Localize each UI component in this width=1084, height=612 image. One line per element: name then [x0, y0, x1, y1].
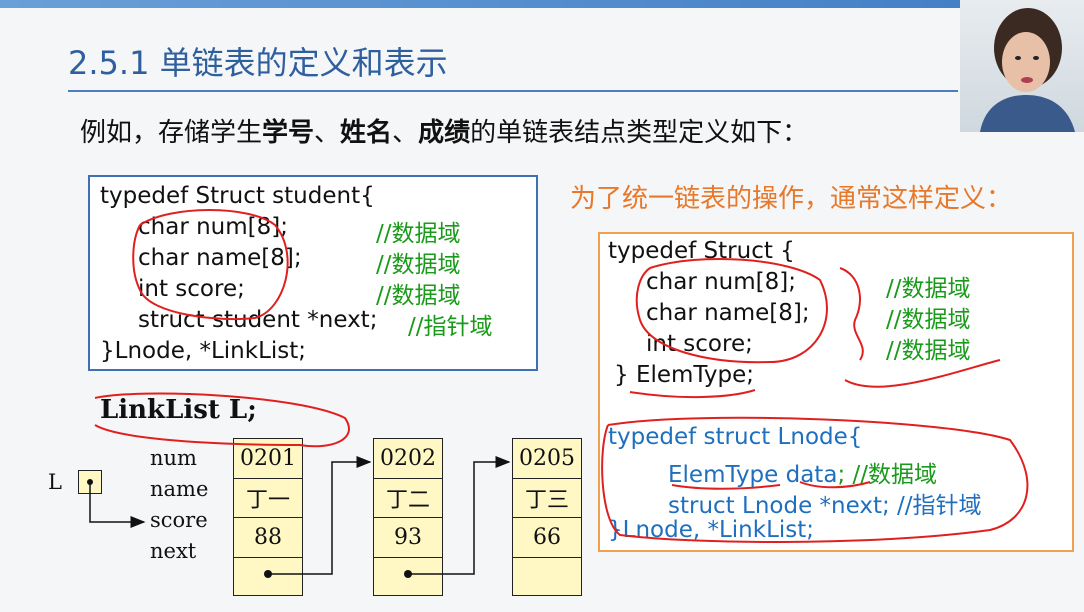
red-underline-annotation	[799, 481, 871, 489]
red-circle-annotation	[635, 258, 828, 364]
presenter-webcam	[960, 0, 1084, 132]
red-circle-annotation	[132, 209, 289, 321]
red-stroke-annotation	[844, 359, 1001, 388]
presenter-image	[980, 8, 1075, 132]
annotation-layer	[87, 209, 1029, 578]
red-circle-annotation	[94, 392, 350, 448]
red-circle-annotation	[601, 416, 1029, 543]
red-underline-annotation	[671, 484, 781, 490]
next-arrow	[268, 456, 372, 575]
head-arrow	[89, 482, 146, 528]
red-underline-annotation	[629, 389, 756, 399]
red-bracket-annotation	[839, 267, 864, 361]
next-arrow	[408, 456, 511, 575]
